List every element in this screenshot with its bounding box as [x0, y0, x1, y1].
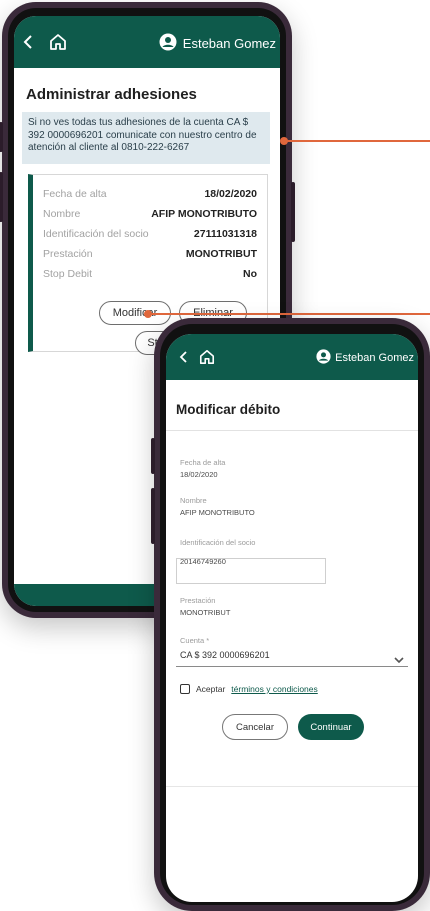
row-label: Fecha de alta — [43, 188, 107, 200]
card-row: Nombre AFIP MONOTRIBUTO — [43, 205, 257, 223]
field-label: Identificación del socio — [180, 538, 256, 547]
user-name: Esteban Gomez — [335, 352, 414, 364]
user-avatar-icon — [316, 349, 331, 367]
account-value: CA $ 392 0000696201 — [180, 650, 270, 660]
field-value: AFIP MONOTRIBUTO — [180, 508, 255, 517]
phone-screen-front: Esteban Gomez Modificar débito Fecha de … — [166, 334, 418, 902]
chevron-down-icon[interactable] — [394, 650, 404, 668]
home-icon[interactable] — [48, 32, 68, 52]
account-select[interactable]: Cuenta * CA $ 392 0000696201 — [176, 636, 408, 667]
field-value: 18/02/2020 — [180, 470, 218, 479]
callout-dot — [280, 137, 288, 145]
row-label: Stop Debit — [43, 268, 93, 280]
callout-dot — [144, 310, 152, 318]
info-message: Si no ves todas tus adhesiones de la cue… — [22, 112, 270, 164]
terms-link[interactable]: términos y condiciones — [231, 684, 317, 694]
side-button — [151, 438, 155, 474]
row-label: Nombre — [43, 208, 81, 220]
card-row: Identificación del socio 27111031318 — [43, 225, 257, 243]
user-menu[interactable]: Esteban Gomez — [159, 33, 276, 54]
page-title: Administrar adhesiones — [26, 86, 197, 103]
accept-prefix: Aceptar — [196, 684, 226, 694]
continue-button[interactable]: Continuar — [298, 714, 364, 740]
callout-line — [148, 313, 430, 315]
field-label: Prestación — [180, 596, 216, 605]
user-name: Esteban Gomez — [182, 36, 276, 51]
field-value: MONOTRIBUT — [180, 608, 231, 617]
phone-frame-front: Esteban Gomez Modificar débito Fecha de … — [151, 318, 430, 911]
card-row: Stop Debit No — [43, 265, 257, 283]
field-value: 20146749260 — [180, 557, 226, 566]
row-value: No — [243, 268, 257, 280]
card-row: Fecha de alta 18/02/2020 — [43, 185, 257, 203]
cancel-button[interactable]: Cancelar — [222, 714, 288, 740]
card-row: Prestación MONOTRIBUT — [43, 245, 257, 263]
field-label: Nombre — [180, 496, 207, 505]
user-menu[interactable]: Esteban Gomez — [316, 349, 414, 367]
back-arrow-icon[interactable] — [20, 34, 36, 50]
field-label: Fecha de alta — [180, 458, 226, 467]
field-fecha-alta: Fecha de alta 18/02/2020 — [180, 458, 225, 479]
app-header: Esteban Gomez — [14, 16, 280, 68]
accept-terms-row[interactable]: Aceptar términos y condiciones — [180, 684, 318, 694]
side-button — [0, 122, 3, 152]
row-value: MONOTRIBUT — [185, 248, 257, 260]
row-label: Identificación del socio — [43, 228, 149, 240]
home-icon[interactable] — [198, 348, 216, 366]
app-header: Esteban Gomez — [166, 334, 418, 380]
back-arrow-icon[interactable] — [176, 350, 190, 364]
row-value: 18/02/2020 — [204, 188, 257, 200]
checkbox-icon[interactable] — [180, 684, 190, 694]
field-identificacion: Identificación del socio 20146749260 — [180, 538, 255, 566]
row-label: Prestación — [43, 248, 93, 260]
field-prestacion: Prestación MONOTRIBUT — [180, 596, 230, 617]
divider — [166, 430, 418, 431]
side-button — [151, 488, 155, 544]
field-nombre: Nombre AFIP MONOTRIBUTO — [180, 496, 255, 517]
user-avatar-icon — [159, 33, 177, 54]
side-button — [291, 182, 295, 242]
divider — [166, 786, 418, 787]
account-label: Cuenta * — [180, 636, 210, 645]
row-value: AFIP MONOTRIBUTO — [151, 208, 257, 220]
row-value: 27111031318 — [193, 228, 257, 240]
callout-line — [284, 140, 430, 142]
side-button — [0, 172, 3, 222]
page-title: Modificar débito — [176, 402, 281, 417]
